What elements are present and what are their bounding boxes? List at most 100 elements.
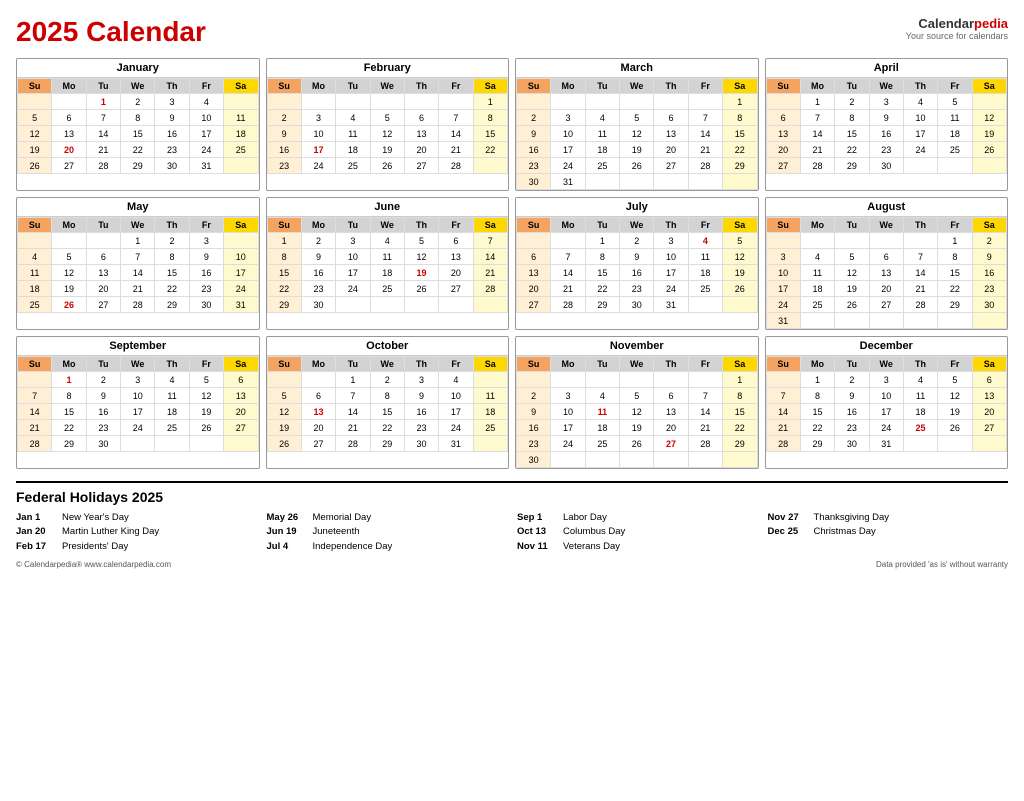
holiday-name: Columbus Day	[563, 525, 625, 539]
cal-day: 28	[800, 158, 834, 174]
cal-day: 15	[800, 404, 834, 420]
table-row: 1234	[267, 372, 508, 388]
weekday-header-sa: Sa	[224, 218, 258, 233]
cal-day: 18	[938, 126, 972, 142]
cal-day: 17	[869, 404, 903, 420]
cal-table: SuMoTuWeThFrSa12345678910111213141516171…	[516, 217, 758, 313]
list-item: Jun 19Juneteenth	[267, 525, 508, 539]
cal-day: 6	[404, 110, 438, 126]
cal-day: 2	[155, 233, 189, 249]
cal-day	[585, 372, 619, 388]
cal-day: 21	[800, 142, 834, 158]
cal-table: SuMoTuWeThFrSa12345678910111213141516171…	[17, 217, 259, 313]
weekday-header-fr: Fr	[938, 218, 972, 233]
table-row: 2728293031	[517, 297, 758, 313]
cal-day: 15	[585, 265, 619, 281]
cal-day: 4	[155, 372, 189, 388]
weekday-header-mo: Mo	[52, 218, 86, 233]
cal-day: 8	[723, 110, 757, 126]
cal-day: 18	[224, 126, 258, 142]
cal-day: 2	[835, 372, 869, 388]
cal-day: 4	[800, 249, 834, 265]
cal-day: 16	[404, 404, 438, 420]
cal-day: 8	[267, 249, 301, 265]
list-item: May 26Memorial Day	[267, 511, 508, 525]
cal-day: 30	[189, 297, 223, 313]
month-title: June	[267, 198, 509, 217]
cal-day: 27	[654, 158, 688, 174]
cal-table: SuMoTuWeThFrSa12345678910111213141516171…	[766, 78, 1008, 174]
table-row: 31	[766, 313, 1007, 329]
cal-day: 3	[121, 372, 155, 388]
cal-day: 31	[551, 174, 585, 190]
cal-day: 4	[585, 388, 619, 404]
table-row: 14151617181920	[766, 404, 1007, 420]
year-text: 2025	[16, 16, 86, 47]
cal-day	[517, 372, 551, 388]
cal-day: 22	[585, 281, 619, 297]
cal-day: 4	[336, 110, 370, 126]
cal-day: 8	[52, 388, 86, 404]
cal-day: 23	[267, 158, 301, 174]
holiday-date: Jul 4	[267, 540, 307, 554]
cal-day: 22	[473, 142, 507, 158]
month-title: February	[267, 59, 509, 78]
cal-day: 19	[620, 420, 654, 436]
cal-day: 23	[517, 158, 551, 174]
table-row: 78910111213	[18, 388, 259, 404]
cal-day: 21	[473, 265, 507, 281]
cal-day: 18	[903, 404, 937, 420]
cal-day	[938, 436, 972, 452]
cal-day: 12	[620, 126, 654, 142]
table-row: 1234	[18, 94, 259, 110]
weekday-header-mo: Mo	[301, 79, 335, 94]
weekday-header-su: Su	[766, 79, 800, 94]
holiday-date: Oct 13	[517, 525, 557, 539]
cal-day	[301, 372, 335, 388]
cal-day: 24	[439, 420, 473, 436]
month-december: DecemberSuMoTuWeThFrSa123456789101112131…	[765, 336, 1009, 469]
cal-day: 2	[972, 233, 1006, 249]
holiday-name: Presidents' Day	[62, 540, 128, 554]
cal-day: 28	[688, 158, 722, 174]
table-row: 3031	[517, 174, 758, 190]
cal-day: 17	[903, 126, 937, 142]
cal-day: 5	[620, 110, 654, 126]
cal-day: 23	[517, 436, 551, 452]
cal-day	[903, 233, 937, 249]
cal-day: 23	[972, 281, 1006, 297]
weekday-header-su: Su	[18, 79, 52, 94]
weekday-header-tu: Tu	[585, 218, 619, 233]
cal-day: 25	[224, 142, 258, 158]
cal-day	[224, 233, 258, 249]
cal-day: 26	[370, 158, 404, 174]
weekday-header-fr: Fr	[938, 357, 972, 372]
cal-day	[404, 94, 438, 110]
cal-day: 25	[585, 436, 619, 452]
table-row: 1234567	[267, 233, 508, 249]
cal-day: 12	[620, 404, 654, 420]
cal-day: 2	[517, 388, 551, 404]
cal-day: 29	[800, 436, 834, 452]
cal-day	[155, 436, 189, 452]
cal-day	[903, 313, 937, 329]
cal-day: 30	[404, 436, 438, 452]
cal-day: 4	[370, 233, 404, 249]
cal-day: 13	[404, 126, 438, 142]
month-title: July	[516, 198, 758, 217]
cal-day: 13	[654, 126, 688, 142]
cal-day: 16	[517, 142, 551, 158]
table-row: 1	[517, 372, 758, 388]
cal-day: 27	[86, 297, 120, 313]
cal-day: 8	[585, 249, 619, 265]
cal-day: 21	[121, 281, 155, 297]
cal-day	[688, 297, 722, 313]
cal-day: 8	[370, 388, 404, 404]
cal-day: 29	[938, 297, 972, 313]
weekday-header-th: Th	[903, 79, 937, 94]
cal-day: 14	[336, 404, 370, 420]
cal-day: 28	[336, 436, 370, 452]
cal-day: 23	[155, 142, 189, 158]
month-title: January	[17, 59, 259, 78]
weekday-header-we: We	[370, 218, 404, 233]
